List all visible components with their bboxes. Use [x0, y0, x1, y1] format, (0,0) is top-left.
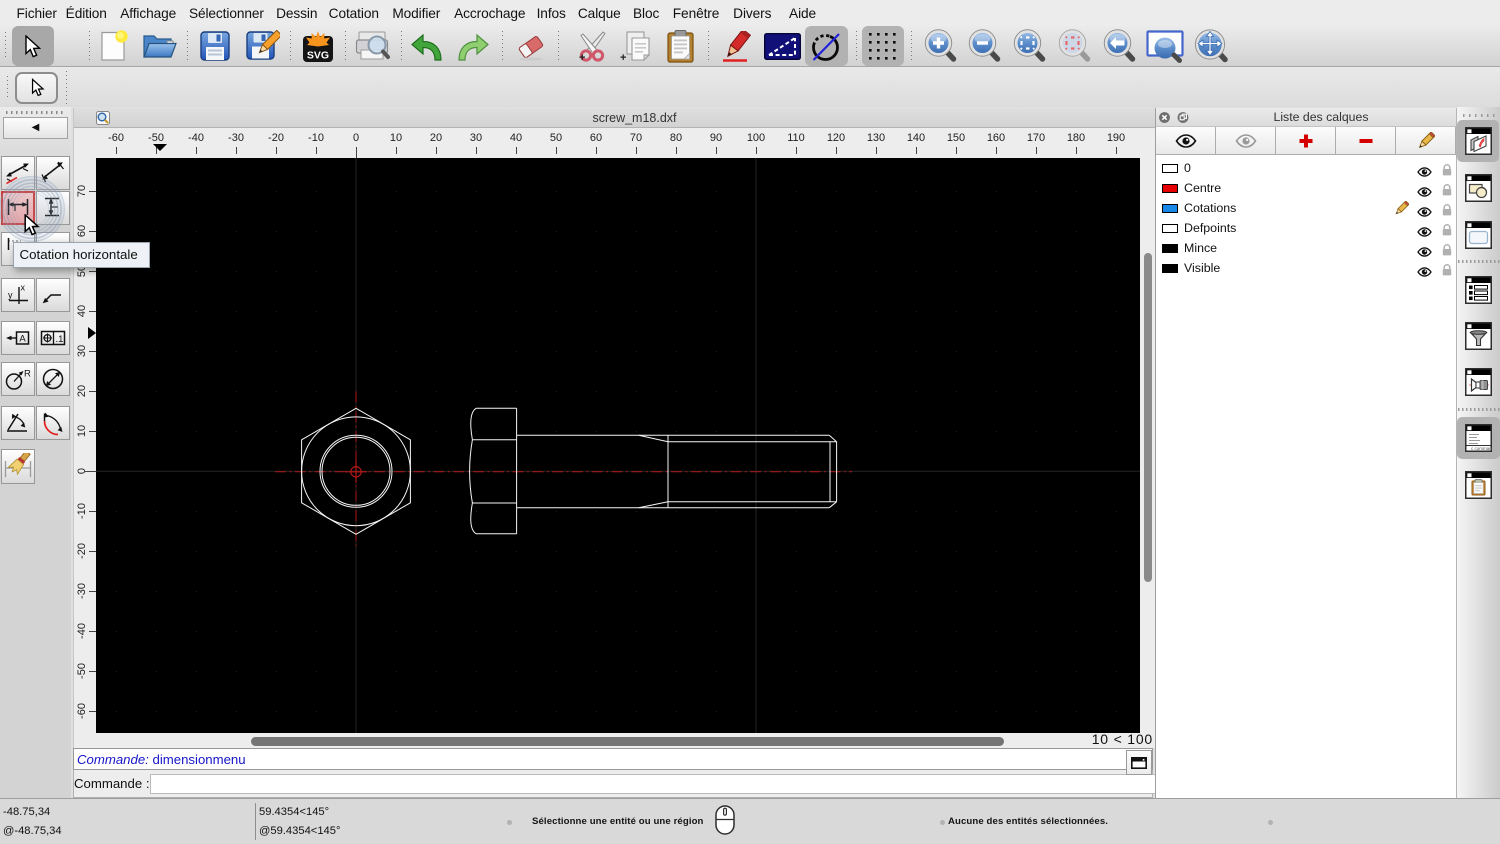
svg-text:y: y: [8, 290, 13, 300]
svg-text:+: +: [579, 52, 585, 64]
svg-text:.1: .1: [56, 334, 64, 345]
svg-text:A: A: [19, 333, 26, 344]
svg-text:R: R: [24, 369, 31, 380]
svg-text:c command: c command: [1471, 446, 1492, 451]
svg-text:+: +: [620, 52, 626, 64]
svg-text:SVG: SVG: [307, 50, 329, 62]
svg-text:x: x: [21, 282, 26, 292]
